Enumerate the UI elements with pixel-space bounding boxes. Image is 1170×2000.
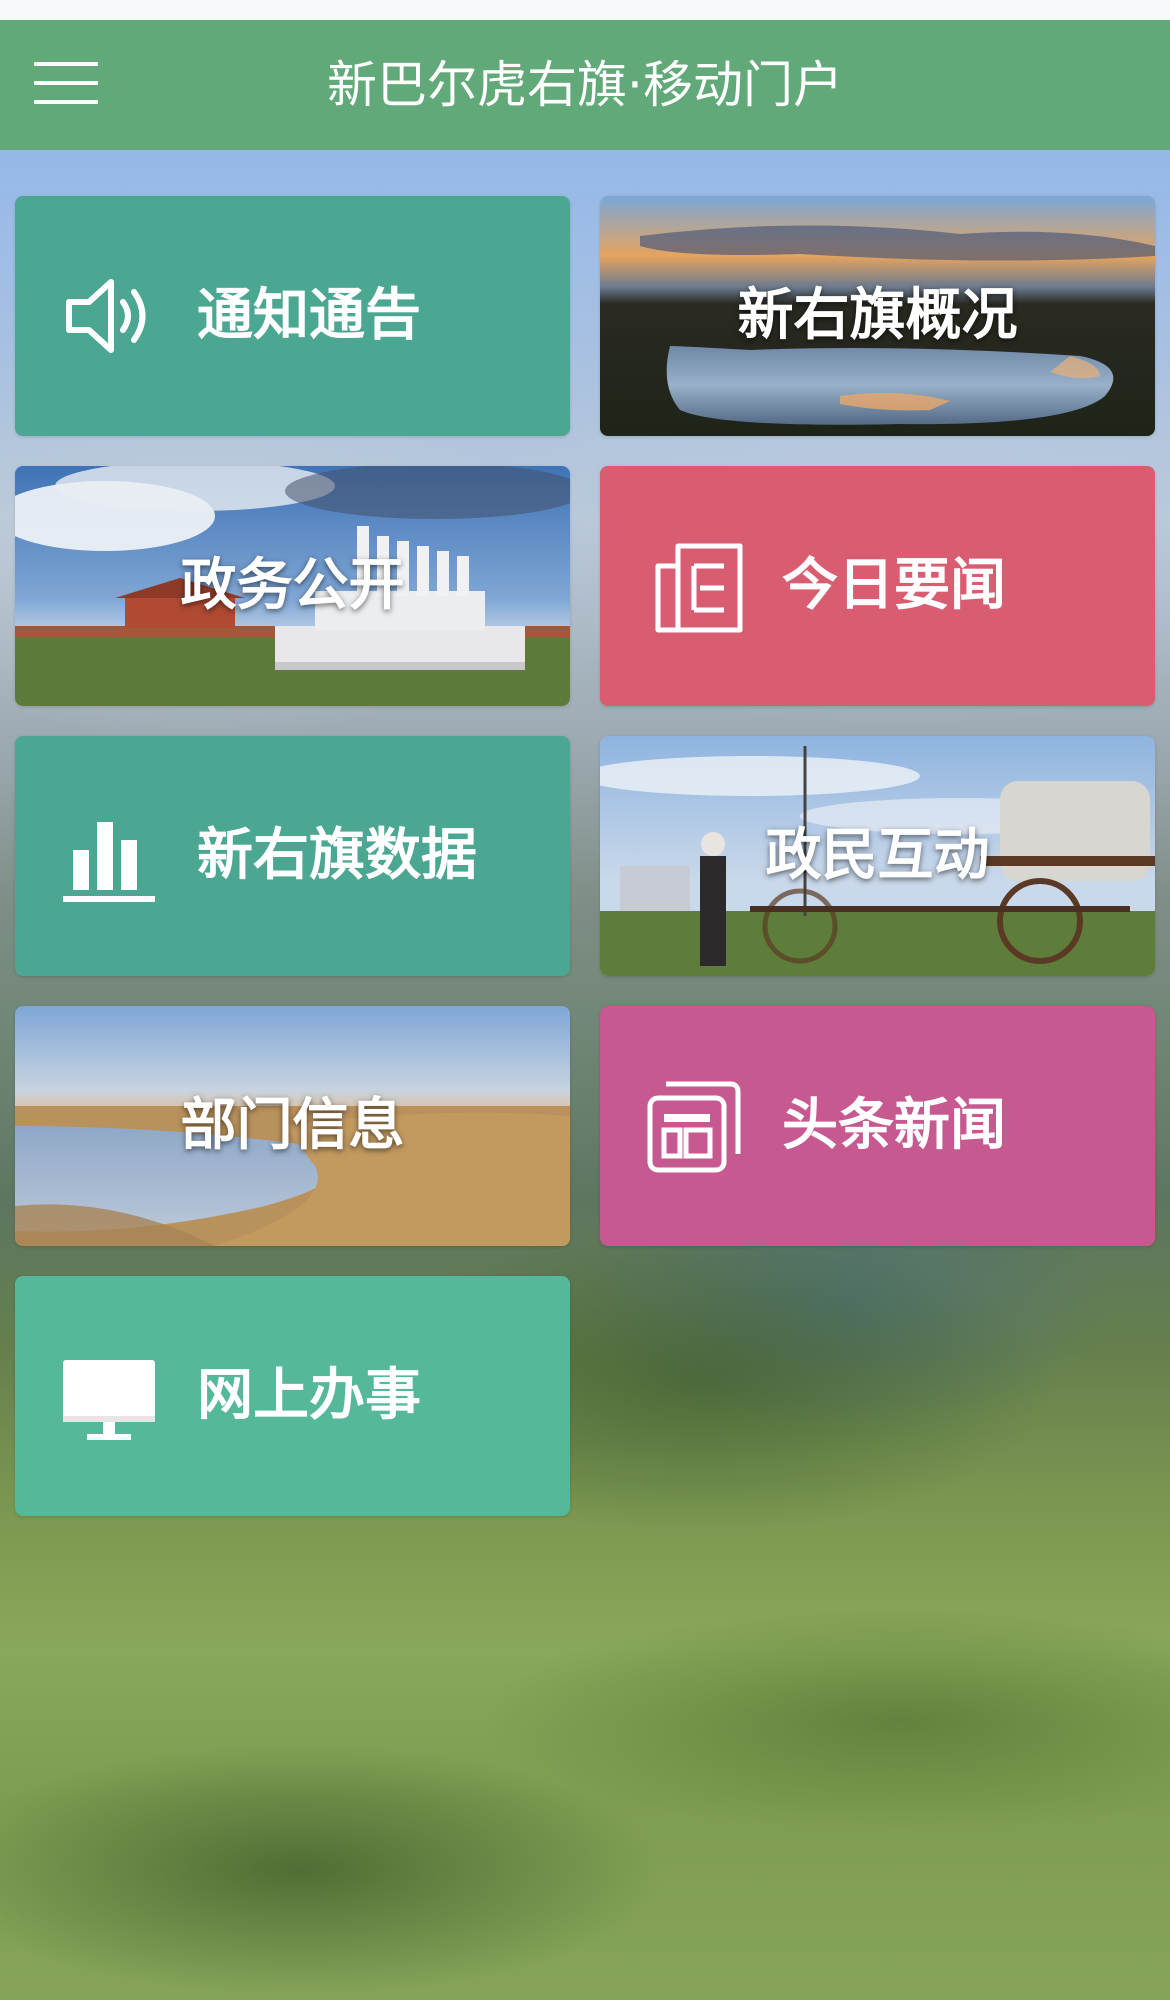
tile-overview-label: 新右旗概况: [737, 283, 1018, 348]
tile-online-services[interactable]: 网上办事: [15, 1276, 570, 1516]
tile-government-affairs-label: 政务公开: [180, 553, 405, 618]
page-title: 新巴尔虎右旗·移动门户: [327, 56, 843, 114]
tile-notices[interactable]: 通知通告: [15, 196, 570, 436]
app-header: 新巴尔虎右旗·移动门户: [0, 20, 1170, 150]
tile-interaction[interactable]: 政民互动: [600, 736, 1155, 976]
tile-today-news-label: 今日要闻: [782, 553, 1006, 618]
tile-online-services-label: 网上办事: [197, 1363, 421, 1428]
news-layout-icon: [647, 1081, 741, 1173]
tile-data[interactable]: 新右旗数据: [15, 736, 570, 976]
speaker-icon: [66, 279, 146, 353]
tile-data-label: 新右旗数据: [197, 823, 477, 888]
bar-chart-icon: [63, 822, 155, 902]
tile-government-affairs[interactable]: 政务公开: [15, 466, 570, 706]
newspaper-icon: [655, 543, 743, 633]
tile-overview[interactable]: 新右旗概况: [600, 196, 1155, 436]
tile-department-info-label: 部门信息: [180, 1093, 405, 1158]
tile-today-news[interactable]: 今日要闻: [600, 466, 1155, 706]
status-bar: [0, 0, 1170, 20]
tile-notices-label: 通知通告: [197, 283, 421, 348]
tile-headlines-label: 头条新闻: [782, 1093, 1006, 1158]
tile-headlines[interactable]: 头条新闻: [600, 1006, 1155, 1246]
hamburger-menu-icon[interactable]: [34, 58, 98, 108]
tile-department-info[interactable]: 部门信息: [15, 1006, 570, 1246]
monitor-icon: [63, 1360, 155, 1440]
tile-interaction-label: 政民互动: [765, 823, 990, 888]
